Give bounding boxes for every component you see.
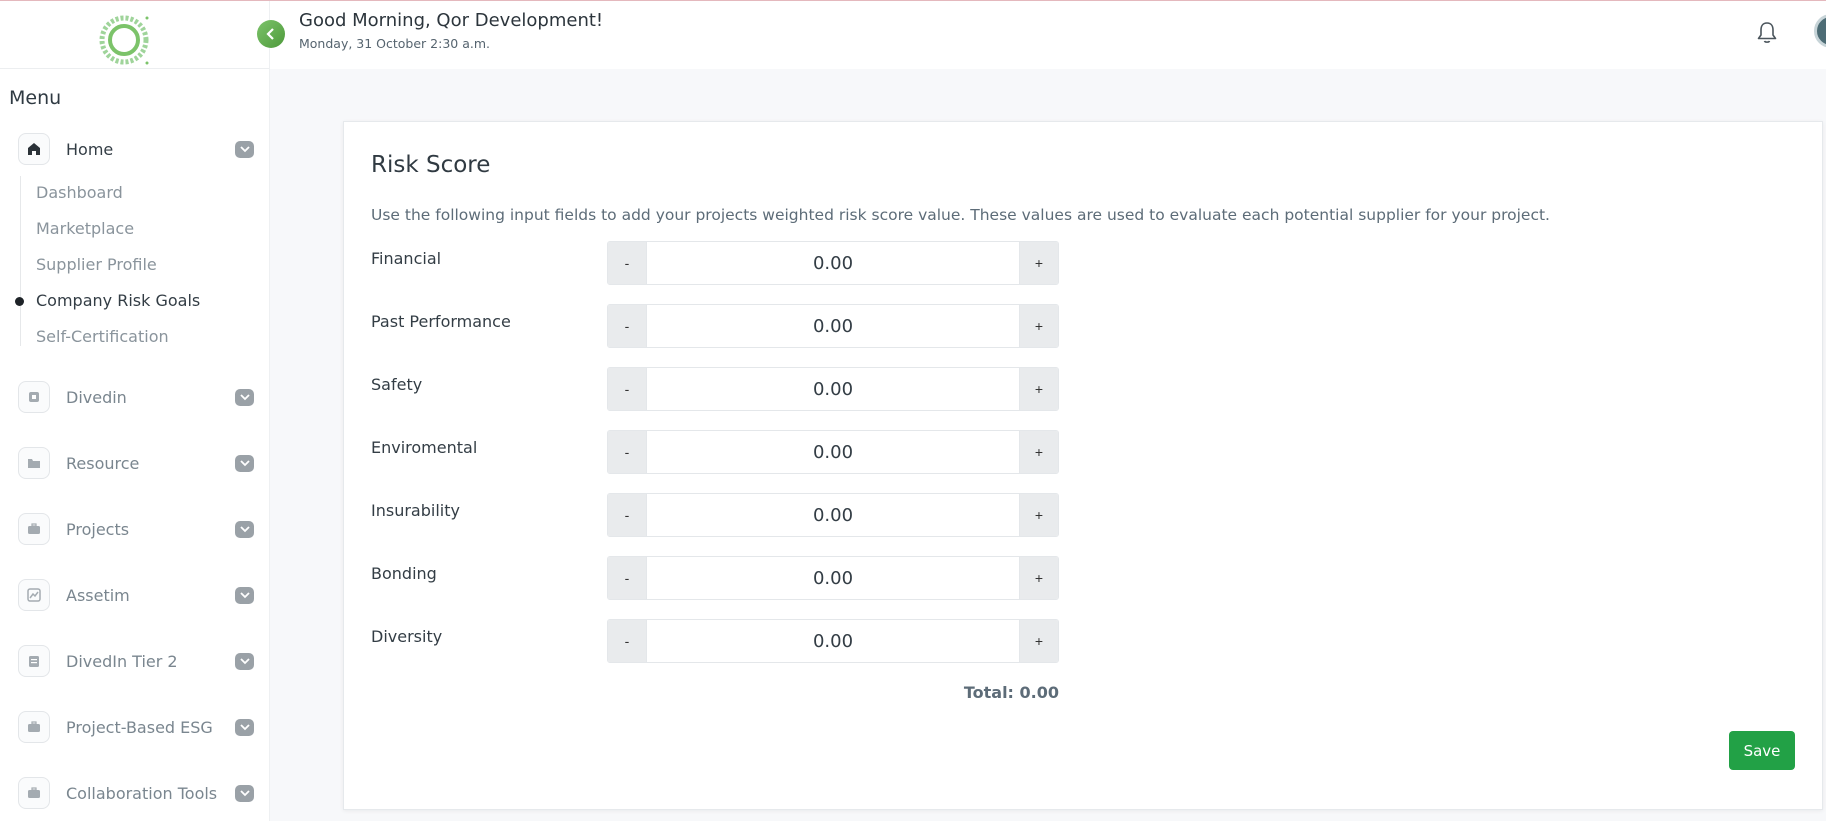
enviromental-stepper: - + <box>607 430 1059 474</box>
sidebar-item-divedin-tier-2[interactable]: DivedIn Tier 2 <box>18 644 254 678</box>
safety-input[interactable] <box>646 368 1020 410</box>
diversity-input[interactable] <box>646 620 1020 662</box>
menu-title: Menu <box>9 87 62 109</box>
sidebar-item-divedin[interactable]: Divedin <box>18 380 254 414</box>
save-button[interactable]: Save <box>1729 731 1795 770</box>
clipboard-icon <box>18 645 50 677</box>
increment-button[interactable]: + <box>1020 431 1058 473</box>
risk-row-insurability: Insurability - + <box>371 493 1471 537</box>
sidebar-item-assetim[interactable]: Assetim <box>18 578 254 612</box>
increment-button[interactable]: + <box>1020 620 1058 662</box>
sidebar-item-project-based-esg[interactable]: Project-Based ESG <box>18 710 254 744</box>
sidebar-item-label: Resource <box>66 453 140 473</box>
current-date: Monday, 31 October 2:30 a.m. <box>299 36 490 51</box>
increment-button[interactable]: + <box>1020 305 1058 347</box>
risk-score-card: Risk Score Use the following input field… <box>343 121 1823 810</box>
insurability-input[interactable] <box>646 494 1020 536</box>
greeting-title: Good Morning, Qor Development! <box>299 10 604 31</box>
submenu-item-marketplace[interactable]: Marketplace <box>36 219 134 238</box>
sidebar-item-label: Assetim <box>66 585 130 605</box>
sidebar-item-label: DivedIn Tier 2 <box>66 651 178 671</box>
collapse-sidebar-button[interactable] <box>257 20 285 48</box>
bonding-stepper: - + <box>607 556 1059 600</box>
sidebar-item-label: Collaboration Tools <box>66 783 218 803</box>
decrement-button[interactable]: - <box>608 305 646 347</box>
increment-button[interactable]: + <box>1020 557 1058 599</box>
chevron-left-icon <box>266 28 274 40</box>
folder-icon <box>18 447 50 479</box>
risk-row-financial: Financial - + <box>371 241 1471 285</box>
total-score: Total: 0.00 <box>963 683 1059 702</box>
past-performance-input[interactable] <box>646 305 1020 347</box>
insurability-stepper: - + <box>607 493 1059 537</box>
risk-row-diversity: Diversity - + <box>371 619 1471 663</box>
building-icon <box>18 381 50 413</box>
decrement-button[interactable]: - <box>608 431 646 473</box>
increment-button[interactable]: + <box>1020 242 1058 284</box>
card-title: Risk Score <box>371 152 491 178</box>
chart-icon <box>18 579 50 611</box>
chevron-down-icon[interactable] <box>235 388 254 406</box>
field-label: Financial <box>371 249 442 268</box>
bell-icon[interactable] <box>1755 20 1779 46</box>
current-item-dot <box>15 297 24 306</box>
chevron-down-icon[interactable] <box>235 140 254 158</box>
logo[interactable] <box>95 13 153 67</box>
sidebar-item-label: Project-Based ESG <box>66 717 213 737</box>
risk-row-enviromental: Enviromental - + <box>371 430 1471 474</box>
decrement-button[interactable]: - <box>608 368 646 410</box>
submenu-item-self-certification[interactable]: Self-Certification <box>36 327 169 346</box>
increment-button[interactable]: + <box>1020 494 1058 536</box>
risk-row-bonding: Bonding - + <box>371 556 1471 600</box>
decrement-button[interactable]: - <box>608 242 646 284</box>
field-label: Bonding <box>371 564 437 583</box>
sidebar-item-home[interactable]: Home <box>18 132 254 166</box>
briefcase-icon <box>18 711 50 743</box>
card-description: Use the following input fields to add yo… <box>371 206 1550 224</box>
risk-row-past-performance: Past Performance - + <box>371 304 1471 348</box>
chevron-down-icon[interactable] <box>235 718 254 736</box>
chevron-down-icon[interactable] <box>235 784 254 802</box>
submenu-item-company-risk-goals[interactable]: Company Risk Goals <box>36 291 200 310</box>
sidebar-item-label: Home <box>66 139 114 159</box>
bonding-input[interactable] <box>646 557 1020 599</box>
decrement-button[interactable]: - <box>608 494 646 536</box>
sidebar: Menu Home Dashboard Marketplace Supplier… <box>0 1 270 821</box>
enviromental-input[interactable] <box>646 431 1020 473</box>
submenu-rail <box>20 176 21 346</box>
increment-button[interactable]: + <box>1020 368 1058 410</box>
field-label: Insurability <box>371 501 460 520</box>
safety-stepper: - + <box>607 367 1059 411</box>
briefcase-icon <box>18 777 50 809</box>
sidebar-item-label: Projects <box>66 519 130 539</box>
sidebar-item-projects[interactable]: Projects <box>18 512 254 546</box>
field-label: Past Performance <box>371 312 511 331</box>
logo-area <box>0 1 269 69</box>
field-label: Safety <box>371 375 423 394</box>
risk-row-safety: Safety - + <box>371 367 1471 411</box>
decrement-button[interactable]: - <box>608 557 646 599</box>
sidebar-item-label: Divedin <box>66 387 127 407</box>
submenu-item-supplier-profile[interactable]: Supplier Profile <box>36 255 157 274</box>
financial-stepper: - + <box>607 241 1059 285</box>
chevron-down-icon[interactable] <box>235 652 254 670</box>
field-label: Enviromental <box>371 438 478 457</box>
chevron-down-icon[interactable] <box>235 586 254 604</box>
financial-input[interactable] <box>646 242 1020 284</box>
sidebar-item-resource[interactable]: Resource <box>18 446 254 480</box>
diversity-stepper: - + <box>607 619 1059 663</box>
home-icon <box>18 133 50 165</box>
submenu-item-dashboard[interactable]: Dashboard <box>36 183 123 202</box>
sidebar-item-collaboration-tools[interactable]: Collaboration Tools <box>18 776 254 810</box>
chevron-down-icon[interactable] <box>235 454 254 472</box>
field-label: Diversity <box>371 627 443 646</box>
briefcase-icon <box>18 513 50 545</box>
past-performance-stepper: - + <box>607 304 1059 348</box>
chevron-down-icon[interactable] <box>235 520 254 538</box>
decrement-button[interactable]: - <box>608 620 646 662</box>
